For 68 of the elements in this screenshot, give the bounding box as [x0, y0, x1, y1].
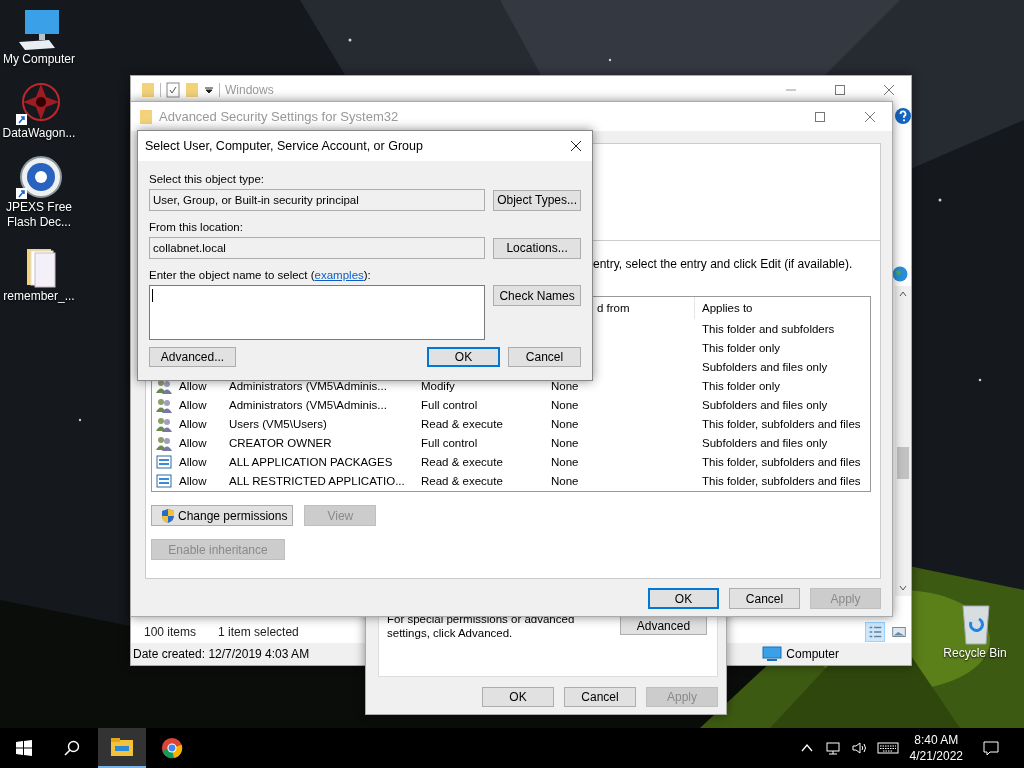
- table-cell-text: Full control: [421, 398, 479, 411]
- object-types-button[interactable]: Object Types...: [493, 189, 581, 211]
- object-type-field: User, Group, or Built-in security principal: [149, 189, 486, 211]
- field-label: From this location:: [149, 221, 244, 233]
- table-cell-text: Administrators (VM5\Adminis...: [229, 398, 388, 411]
- table-cell-text: ALL APPLICATION PACKAGES: [229, 455, 394, 468]
- table-cell-text: None: [551, 379, 580, 392]
- clock-date: 4/21/2022: [909, 748, 963, 764]
- advanced-button[interactable]: Advanced...: [149, 347, 236, 367]
- desktop-icon-label[interactable]: Recycle Bin: [943, 646, 1007, 661]
- table-cell-text: Administrators (VM5\Adminis...: [229, 379, 388, 392]
- dialog-title: Select User, Computer, Service Account, or Group: [145, 139, 423, 153]
- desktop-icon-label[interactable]: My Computer: [3, 52, 75, 67]
- table-cell-text: Read & execute: [421, 455, 504, 468]
- instruction-text: entry, select the entry and click Edit (if available).: [593, 257, 854, 271]
- check-names-button[interactable]: Check Names: [493, 285, 581, 306]
- location-field: collabnet.local: [149, 237, 486, 259]
- table-cell-text: None: [551, 436, 580, 449]
- dialog-button[interactable]: Cancel: [729, 588, 800, 609]
- table-cell-text: Allow: [179, 455, 208, 468]
- table-cell-text: Allow: [179, 436, 208, 449]
- table-cell-text: Subfolders and files only: [701, 398, 829, 411]
- table-cell-text: This folder only: [701, 379, 781, 392]
- examples-link[interactable]: examples: [314, 269, 364, 281]
- table-cell-text: This folder, subfolders and files: [701, 417, 862, 430]
- dialog-button[interactable]: OK: [482, 687, 554, 707]
- table-cell-text: ALL RESTRICTED APPLICATIO...: [229, 474, 406, 487]
- window-title: Advanced Security Settings for System32: [159, 109, 399, 124]
- field-label: Enter the object name to select (examples):: [149, 269, 372, 281]
- table-cell-text: Subfolders and files only: [701, 436, 829, 449]
- window-title: Windows: [225, 83, 274, 97]
- cancel-button[interactable]: Cancel: [508, 347, 581, 367]
- table-cell-text: None: [551, 417, 580, 430]
- dialog-button[interactable]: Cancel: [564, 687, 636, 707]
- column-header[interactable]: d from: [597, 297, 630, 319]
- date-created-text: Date created: 12/7/2019 4:03 AM: [133, 647, 310, 661]
- table-cell-text: Allow: [179, 474, 208, 487]
- table-cell-text: Users (VM5\Users): [229, 417, 328, 430]
- dialog-button[interactable]: OK: [648, 588, 719, 609]
- table-cell-text: None: [551, 455, 580, 468]
- table-cell-text: Allow: [179, 379, 208, 392]
- table-cell-text: None: [551, 474, 580, 487]
- table-cell-text: Subfolders and files only: [701, 360, 829, 373]
- table-cell-text: None: [551, 398, 580, 411]
- change-permissions-button[interactable]: Change permissions: [151, 505, 294, 526]
- field-label: Select this object type:: [149, 173, 266, 185]
- table-cell-text: Allow: [179, 417, 208, 430]
- desktop-icon-label[interactable]: JPEXS Free Flash Dec...: [4, 200, 74, 230]
- selection-count: 1 item selected: [218, 625, 299, 639]
- table-cell-text: Read & execute: [421, 474, 504, 487]
- ok-button[interactable]: OK: [427, 347, 500, 367]
- location-text: Computer: [786, 647, 839, 661]
- desktop-icon-label[interactable]: DataWagon...: [2, 126, 76, 141]
- clock-time: 8:40 AM: [914, 732, 959, 748]
- item-count: 100 items: [144, 625, 197, 639]
- table-cell-text: CREATOR OWNER: [229, 436, 333, 449]
- table-cell-text: Read & execute: [421, 417, 504, 430]
- locations-button[interactable]: Locations...: [493, 237, 581, 259]
- table-cell-text: Full control: [421, 436, 479, 449]
- table-cell-text: This folder and subfolders: [701, 322, 836, 335]
- table-cell-text: Allow: [179, 398, 208, 411]
- table-cell-text: Modify: [421, 379, 456, 392]
- desktop-icon-label[interactable]: remember_...: [3, 289, 75, 304]
- clock[interactable]: 8:40 AM 4/21/2022: [909, 732, 963, 764]
- table-cell-text: This folder, subfolders and files: [701, 474, 862, 487]
- table-cell-text: This folder only: [701, 341, 781, 354]
- column-header[interactable]: Applies to: [694, 297, 870, 319]
- table-cell-text: This folder, subfolders and files: [701, 455, 862, 468]
